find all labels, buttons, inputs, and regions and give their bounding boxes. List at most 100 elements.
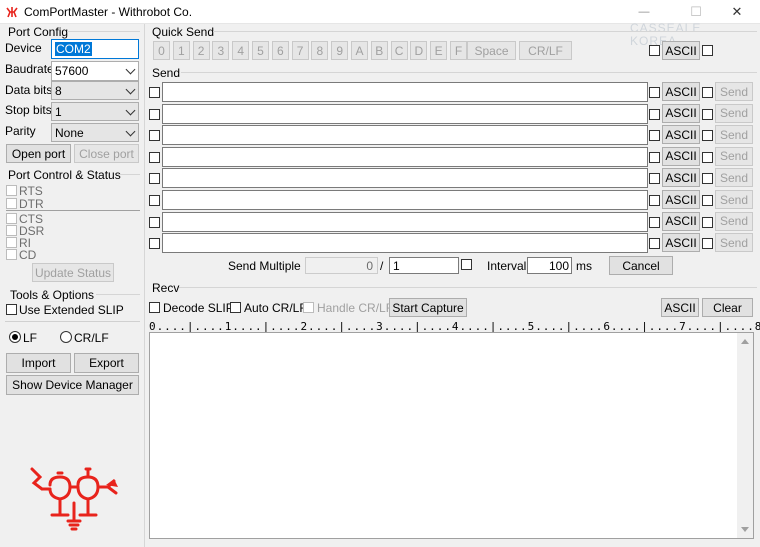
send-row-ascii-checkbox[interactable] — [649, 151, 660, 163]
recv-textarea[interactable] — [149, 332, 754, 539]
send-row-repeat-checkbox[interactable] — [702, 238, 713, 250]
send-multiple-total-input[interactable]: 1 — [389, 257, 459, 274]
send-row-ascii-checkbox[interactable] — [649, 173, 660, 185]
quick-space-button[interactable]: Space — [467, 41, 516, 60]
send-row-ascii-button[interactable]: ASCII — [662, 103, 700, 123]
quick-key-b[interactable]: B — [370, 41, 388, 60]
databits-select[interactable]: 8 — [51, 81, 139, 100]
send-row-ascii-checkbox[interactable] — [649, 195, 660, 206]
quick-key-2[interactable]: 2 — [192, 41, 210, 60]
send-row-send-button[interactable]: Send — [715, 103, 753, 123]
send-row-repeat-checkbox[interactable] — [702, 151, 713, 163]
send-row-hex-checkbox[interactable] — [149, 87, 160, 98]
quick-crlf-button[interactable]: CR/LF — [519, 41, 572, 60]
device-input[interactable]: COM2 — [51, 39, 139, 59]
export-button[interactable]: Export — [74, 353, 139, 373]
quick-key-3[interactable]: 3 — [212, 41, 230, 60]
send-row-ascii-checkbox[interactable] — [649, 108, 660, 120]
send-row-ascii-checkbox[interactable] — [649, 87, 660, 98]
scroll-down-icon[interactable] — [741, 527, 749, 532]
interval-input[interactable]: 100 — [527, 257, 572, 274]
send-row-input[interactable] — [162, 82, 648, 102]
send-row-hex-checkbox[interactable] — [149, 216, 160, 228]
send-row-hex-checkbox[interactable] — [149, 173, 160, 185]
cancel-button[interactable]: Cancel — [609, 256, 673, 275]
send-row-input[interactable] — [162, 146, 648, 167]
quick-key-e[interactable]: E — [430, 41, 448, 60]
send-row-send-button[interactable]: Send — [715, 211, 753, 231]
send-row-send-button[interactable]: Send — [715, 146, 753, 166]
parity-select[interactable]: None — [51, 123, 139, 142]
send-row-input[interactable] — [162, 168, 648, 189]
scroll-up-icon[interactable] — [741, 339, 749, 344]
send-row-ascii-checkbox[interactable] — [649, 130, 660, 142]
dtr-checkbox[interactable] — [6, 198, 17, 209]
send-row-send-button[interactable]: Send — [715, 82, 753, 101]
crlf-radio[interactable] — [60, 331, 72, 343]
handle-crlf-checkbox[interactable] — [303, 302, 314, 313]
send-row-ascii-button[interactable]: ASCII — [662, 168, 700, 188]
send-row-ascii-button[interactable]: ASCII — [662, 211, 700, 231]
quick-key-c[interactable]: C — [390, 41, 408, 60]
send-row-send-button[interactable]: Send — [715, 168, 753, 188]
import-button[interactable]: Import — [6, 353, 71, 373]
close-button[interactable]: ✕ — [714, 0, 760, 24]
open-port-button[interactable]: Open port — [6, 144, 71, 163]
send-row-hex-checkbox[interactable] — [149, 108, 160, 120]
send-row-ascii-button[interactable]: ASCII — [662, 146, 700, 166]
quick-key-8[interactable]: 8 — [311, 41, 329, 60]
quick-key-9[interactable]: 9 — [331, 41, 349, 60]
quick-key-4[interactable]: 4 — [232, 41, 250, 60]
send-row-ascii-button[interactable]: ASCII — [662, 233, 700, 253]
quick-key-6[interactable]: 6 — [271, 41, 289, 60]
close-port-button[interactable]: Close port — [74, 144, 139, 163]
update-status-button[interactable]: Update Status — [32, 263, 114, 282]
send-row-repeat-checkbox[interactable] — [702, 195, 713, 206]
quick-key-5[interactable]: 5 — [252, 41, 269, 60]
send-row-hex-checkbox[interactable] — [149, 238, 160, 250]
send-row-input[interactable] — [162, 103, 648, 124]
send-row-ascii-button[interactable]: ASCII — [662, 125, 700, 145]
send-row-repeat-checkbox[interactable] — [702, 108, 713, 120]
stopbits-select[interactable]: 1 — [51, 102, 139, 121]
send-row-send-button[interactable]: Send — [715, 233, 753, 253]
lf-radio[interactable] — [9, 331, 21, 343]
send-row-ascii-button[interactable]: ASCII — [662, 190, 700, 209]
send-row-repeat-checkbox[interactable] — [702, 130, 713, 142]
quick-ascii-button[interactable]: ASCII — [662, 41, 700, 60]
send-row-repeat-checkbox[interactable] — [702, 173, 713, 185]
baudrate-select[interactable]: 57600 — [51, 61, 139, 81]
quick-key-a[interactable]: A — [351, 41, 368, 60]
show-device-manager-button[interactable]: Show Device Manager — [6, 375, 139, 395]
recv-scrollbar[interactable] — [737, 333, 753, 538]
send-multiple-checkbox[interactable] — [461, 259, 472, 270]
send-row-repeat-checkbox[interactable] — [702, 87, 713, 98]
quick-key-f[interactable]: F — [450, 41, 467, 60]
quick-key-0[interactable]: 0 — [153, 41, 170, 60]
quick-option-checkbox[interactable] — [702, 45, 713, 56]
recv-ascii-button[interactable]: ASCII — [661, 298, 699, 317]
send-row-send-button[interactable]: Send — [715, 125, 753, 145]
send-row-input[interactable] — [162, 233, 648, 254]
send-row-input[interactable] — [162, 190, 648, 210]
auto-crlf-checkbox[interactable] — [230, 302, 241, 313]
send-row-ascii-button[interactable]: ASCII — [662, 82, 700, 101]
extended-slip-checkbox[interactable] — [6, 304, 17, 315]
decode-slip-checkbox[interactable] — [149, 302, 160, 313]
quick-key-d[interactable]: D — [410, 41, 428, 60]
rts-checkbox[interactable] — [6, 185, 17, 196]
recv-clear-button[interactable]: Clear — [702, 298, 753, 317]
send-row-send-button[interactable]: Send — [715, 190, 753, 209]
send-row-hex-checkbox[interactable] — [149, 130, 160, 142]
send-row-input[interactable] — [162, 211, 648, 232]
quick-key-1[interactable]: 1 — [172, 41, 190, 60]
send-row-ascii-checkbox[interactable] — [649, 216, 660, 228]
quick-hex-checkbox[interactable] — [649, 45, 660, 56]
send-row-hex-checkbox[interactable] — [149, 151, 160, 163]
send-row-input[interactable] — [162, 125, 648, 146]
send-row-repeat-checkbox[interactable] — [702, 216, 713, 228]
send-row-ascii-checkbox[interactable] — [649, 238, 660, 250]
quick-key-7[interactable]: 7 — [291, 41, 309, 60]
start-capture-button[interactable]: Start Capture — [389, 298, 467, 317]
send-row-hex-checkbox[interactable] — [149, 195, 160, 206]
